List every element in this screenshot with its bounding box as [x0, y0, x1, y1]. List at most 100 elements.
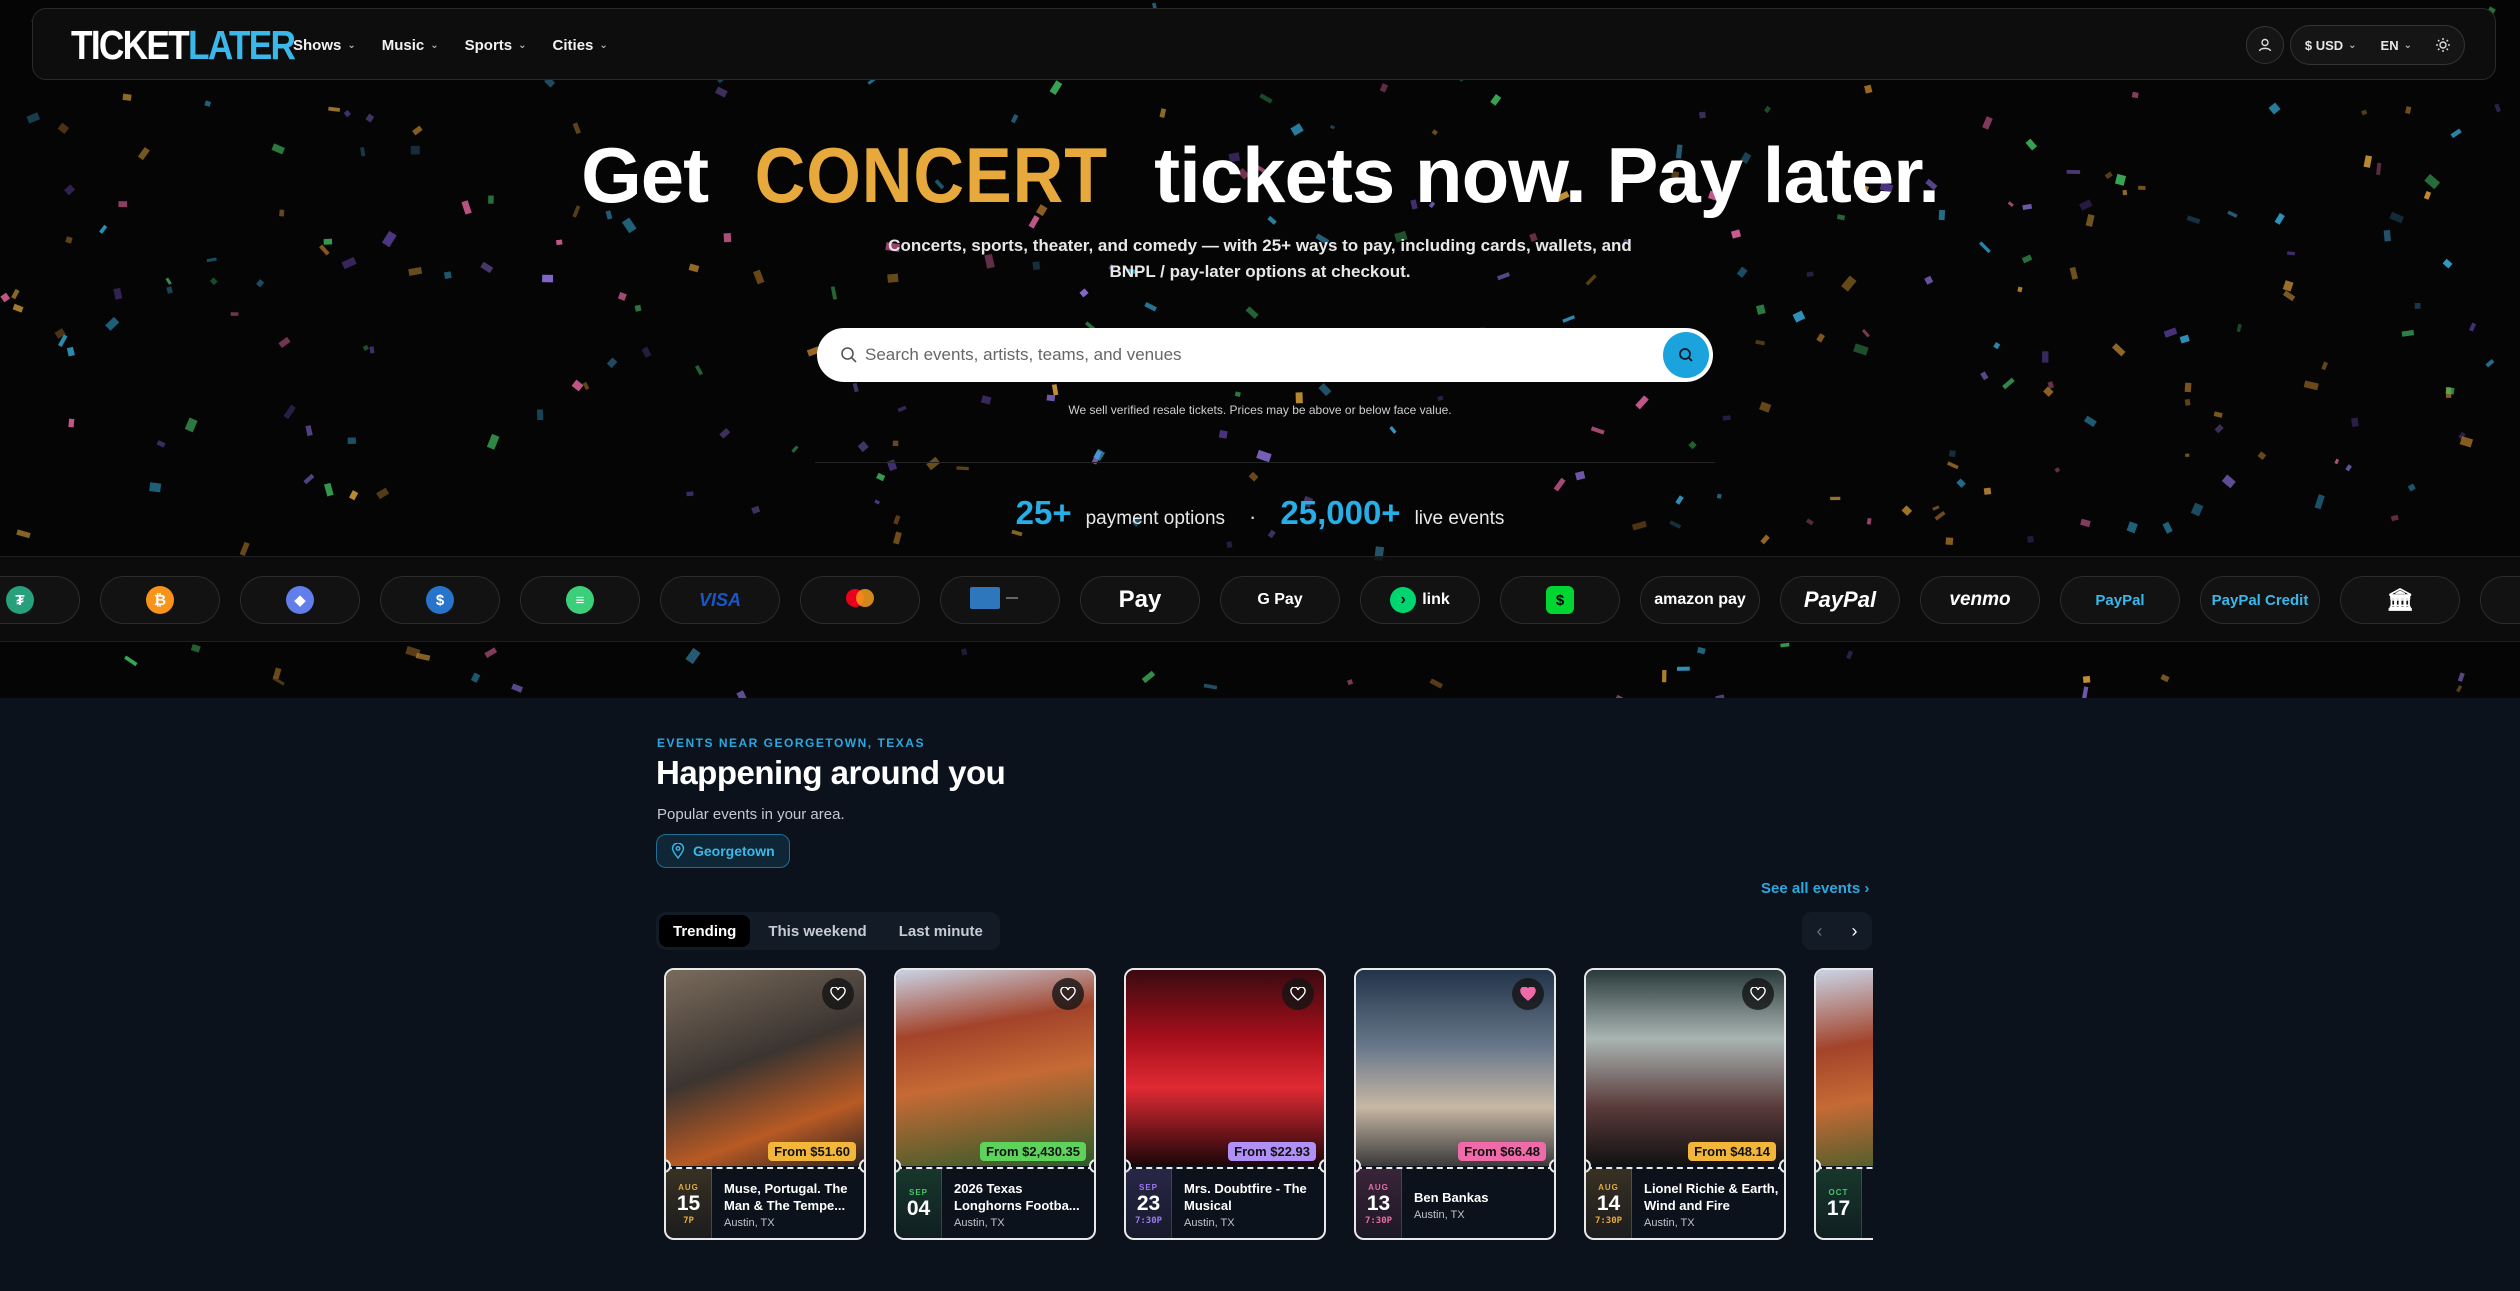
confetti-piece	[1046, 394, 1056, 402]
confetti-piece	[1010, 113, 1019, 124]
tab-this-weekend[interactable]: This weekend	[754, 915, 880, 947]
confetti-piece	[484, 647, 498, 658]
confetti-piece	[2017, 286, 2023, 293]
confetti-piece	[165, 277, 172, 285]
account-button[interactable]	[2245, 26, 2284, 64]
brand-logo[interactable]: TICKETLATER	[71, 22, 296, 69]
confetti-piece	[2442, 258, 2453, 269]
nav-item-shows[interactable]: Shows ⌄	[293, 37, 356, 54]
payment-methods-row: ₮ ₿ ◆ $ ≡ VISA Pay G Pay › link $ amazon pay PayPal…	[0, 576, 2520, 624]
crypto-coin-icon: ≡	[566, 586, 594, 614]
confetti-piece	[230, 312, 239, 316]
section-title: Happening around you	[656, 754, 1006, 791]
theme-toggle[interactable]	[2424, 28, 2462, 62]
search-submit-button[interactable]	[1663, 332, 1709, 378]
confetti-piece	[105, 316, 120, 331]
heart-icon	[1060, 987, 1076, 1001]
event-card[interactable]: From $51.60 AUG 15 7P Muse, Portugal. The Ma…	[664, 968, 866, 1240]
search-bar	[817, 328, 1713, 382]
confetti-piece	[319, 244, 330, 256]
price-badge: From $51.60	[768, 1142, 856, 1161]
confetti-piece	[2257, 451, 2267, 460]
confetti-piece	[1755, 339, 1765, 346]
confetti-piece	[1575, 470, 1586, 481]
confetti-piece	[2042, 351, 2049, 363]
confetti-piece	[511, 683, 524, 693]
see-all-events-link[interactable]: See all events ›	[1761, 880, 1869, 897]
carousel-next-button[interactable]: ›	[1840, 921, 1870, 942]
confetti-piece	[278, 336, 291, 349]
tab-trending[interactable]: Trending	[659, 915, 751, 947]
nav-item-music[interactable]: Music ⌄	[382, 37, 439, 54]
divider	[815, 462, 1715, 463]
confetti-piece	[1755, 304, 1766, 315]
confetti-piece	[12, 303, 24, 313]
confetti-piece	[1490, 93, 1502, 106]
search-input[interactable]	[865, 328, 1635, 382]
stat-events-count: 25,000+	[1280, 494, 1401, 531]
nav-item-cities[interactable]: Cities ⌄	[553, 37, 608, 54]
apple-pay-icon: Pay	[1118, 586, 1162, 613]
confetti-piece	[1330, 125, 1335, 130]
confetti-piece	[719, 427, 731, 439]
confetti-piece	[926, 456, 941, 471]
favorite-button[interactable]	[1052, 978, 1084, 1010]
confetti-piece	[830, 286, 838, 300]
paypal-pay-later-icon: PayPal	[2095, 591, 2145, 609]
confetti-piece	[961, 648, 968, 656]
payment-chip: venmo	[1920, 576, 2040, 624]
confetti-piece	[305, 425, 313, 437]
favorite-button[interactable]	[1282, 978, 1314, 1010]
favorite-button[interactable]	[822, 978, 854, 1010]
event-card[interactable]: From $2,430.35 SEP 04 2026 Texas Longhorns …	[894, 968, 1096, 1240]
chevron-right-icon: ›	[1864, 880, 1870, 897]
confetti-piece	[1980, 371, 1989, 381]
confetti-piece	[2021, 254, 2033, 264]
confetti-piece	[206, 257, 217, 263]
confetti-piece	[2163, 327, 2178, 338]
confetti-piece	[1144, 302, 1157, 312]
event-card[interactable]: From $48.14 AUG 14 7:30P Lionel Richie & Ear…	[1584, 968, 1786, 1240]
confetti-piece	[542, 274, 554, 283]
confetti-piece	[2282, 280, 2294, 292]
ticket-notch	[1319, 1159, 1324, 1173]
language-select[interactable]: EN ⌄	[2369, 28, 2424, 62]
payment-chip: a	[2480, 576, 2520, 624]
event-card[interactable]: OCT 17	[1814, 968, 1873, 1240]
confetti-piece	[723, 233, 732, 243]
section-subtitle: Popular events in your area.	[657, 806, 845, 823]
event-day: 17	[1826, 1197, 1851, 1220]
confetti-piece	[791, 445, 799, 453]
section-eyebrow: EVENTS NEAR GEORGETOWN, TEXAS	[657, 736, 925, 750]
confetti-piece	[66, 346, 75, 357]
nav-item-sports[interactable]: Sports ⌄	[465, 37, 527, 54]
confetti-piece	[1590, 426, 1605, 435]
confetti-piece	[1699, 111, 1706, 119]
confetti-piece	[634, 304, 642, 312]
event-card[interactable]: From $22.93 SEP 23 7:30P Mrs. Doubtfire - Th…	[1124, 968, 1326, 1240]
stat-payment-label: payment options	[1085, 508, 1226, 529]
confetti-piece	[1948, 450, 1956, 458]
confetti-piece	[1924, 275, 1934, 285]
confetti-piece	[1318, 383, 1332, 397]
favorite-button[interactable]	[1742, 978, 1774, 1010]
favorite-button[interactable]	[1512, 978, 1544, 1010]
confetti-piece	[1956, 478, 1966, 488]
event-location: Austin, TX	[724, 1217, 775, 1229]
event-month: OCT	[1828, 1188, 1849, 1197]
carousel-prev-button[interactable]: ‹	[1805, 921, 1835, 942]
event-info: Lionel Richie & Earth, Wind and Fire Aust…	[1644, 1169, 1780, 1238]
event-name: Muse, Portugal. The Man & The Tempe...	[724, 1181, 848, 1213]
tab-last-minute[interactable]: Last minute	[885, 915, 997, 947]
currency-select[interactable]: $ USD ⌄	[2293, 28, 2369, 62]
confetti-piece	[1676, 666, 1690, 671]
confetti-piece	[209, 277, 218, 286]
confetti-piece	[1379, 83, 1389, 93]
confetti-piece	[480, 261, 494, 274]
confetti-piece	[1141, 670, 1156, 684]
event-card[interactable]: From $66.48 AUG 13 7:30P Ben Bankas Austin, T…	[1354, 968, 1556, 1240]
location-picker[interactable]: Georgetown	[656, 834, 790, 868]
confetti-piece	[753, 269, 765, 285]
event-time: 7:30P	[1134, 1216, 1163, 1226]
hero-section: TICKETLATER Shows ⌄ Music ⌄ Sports ⌄ Cities…	[0, 0, 2520, 698]
